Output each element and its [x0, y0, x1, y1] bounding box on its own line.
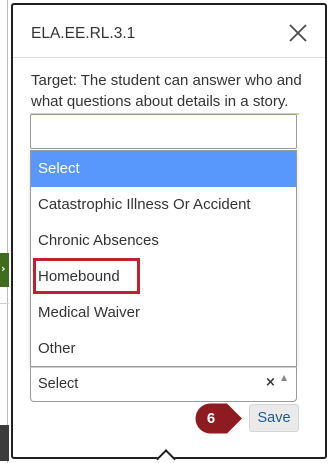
modal-header: ELA.EE.RL.3.1 — [13, 5, 325, 58]
dropdown-option-medical-waiver[interactable]: Medical Waiver — [31, 295, 296, 331]
save-button[interactable]: Save — [249, 404, 299, 432]
background-divider — [0, 303, 9, 304]
modal-dialog: ELA.EE.RL.3.1 Target: The student can an… — [11, 3, 327, 459]
step-number: 6 — [206, 410, 216, 427]
dropdown-option-other[interactable]: Other — [31, 331, 296, 367]
dropdown-option-chronic-absences[interactable]: Chronic Absences — [31, 223, 296, 259]
background-expand-tab[interactable]: › — [0, 253, 9, 287]
notes-input[interactable] — [30, 114, 297, 149]
homebound-callout-box — [33, 258, 140, 294]
background-dark-tab — [0, 425, 9, 461]
step-badge: 6 — [195, 403, 243, 434]
expand-arrow-icon: › — [1, 262, 6, 275]
clear-icon[interactable]: × — [265, 375, 276, 390]
close-icon[interactable] — [287, 22, 309, 44]
reason-select[interactable]: Select — [30, 367, 297, 402]
target-description: Target: The student can answer who and w… — [31, 72, 302, 110]
modal-title: ELA.EE.RL.3.1 — [31, 25, 136, 42]
dropdown-option-catastrophic-illness[interactable]: Catastrophic Illness Or Accident — [31, 187, 296, 223]
dropdown-option-select[interactable]: Select — [31, 151, 296, 187]
caret-up-icon[interactable]: ▲ — [281, 373, 287, 382]
background-page-strip — [0, 0, 8, 463]
